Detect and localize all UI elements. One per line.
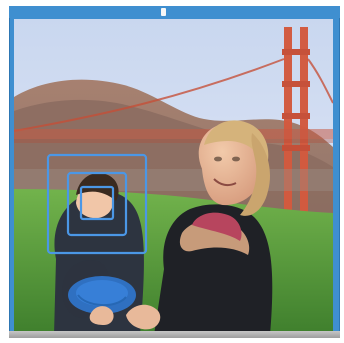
window-top-bar	[9, 6, 340, 18]
image-canvas	[14, 19, 333, 335]
image-window	[9, 6, 340, 338]
window-bottom-strip	[9, 331, 340, 338]
photo	[14, 19, 333, 335]
resize-handle[interactable]	[161, 8, 166, 16]
